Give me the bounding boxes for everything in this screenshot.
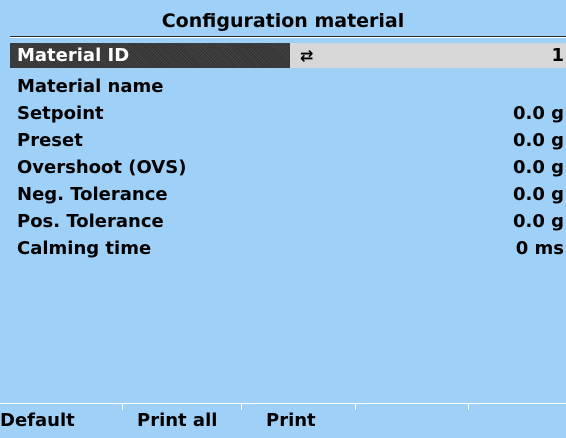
field-row-pos-tolerance[interactable]: Pos. Tolerance 0.0 g (10, 209, 566, 234)
field-label: Material name (17, 76, 164, 97)
field-label: Calming time (17, 238, 152, 259)
field-value: 0.0 g (512, 184, 564, 205)
softkey-4[interactable] (356, 404, 468, 431)
field-value: 0.0 g (512, 130, 564, 151)
field-row-setpoint[interactable]: Setpoint 0.0 g (10, 101, 566, 126)
softkey-separator (122, 404, 123, 410)
page-title: Configuration material (161, 10, 405, 32)
field-label: Material ID (17, 45, 130, 66)
field-label: Preset (17, 130, 83, 151)
print-softkey[interactable]: Print (266, 404, 355, 431)
title-divider (10, 36, 566, 38)
field-value: 1 (551, 45, 564, 66)
softkey-separator (241, 404, 242, 410)
field-value: 0.0 g (512, 211, 564, 232)
field-label: Neg. Tolerance (17, 184, 168, 205)
field-value: 0.0 g (512, 103, 564, 124)
field-row-neg-tolerance[interactable]: Neg. Tolerance 0.0 g (10, 182, 566, 207)
field-label: Pos. Tolerance (17, 211, 164, 232)
field-label: Overshoot (OVS) (17, 157, 187, 178)
field-row-material-id[interactable]: Material ID ⇄ 1 (10, 43, 566, 68)
softkey-5[interactable] (469, 404, 566, 431)
field-row-preset[interactable]: Preset 0.0 g (10, 128, 566, 153)
field-label: Setpoint (17, 103, 104, 124)
field-value: 0 ms (515, 238, 564, 259)
default-softkey[interactable]: Default (0, 404, 122, 431)
swap-arrows-icon: ⇄ (300, 46, 314, 65)
field-row-material-name[interactable]: Material name (10, 74, 566, 99)
print-all-softkey[interactable]: Print all (137, 404, 241, 431)
field-row-calming-time[interactable]: Calming time 0 ms (10, 236, 566, 261)
field-value: 0.0 g (512, 157, 564, 178)
softkey-bar: Default Print all Print (0, 403, 566, 431)
field-row-overshoot[interactable]: Overshoot (OVS) 0.0 g (10, 155, 566, 180)
